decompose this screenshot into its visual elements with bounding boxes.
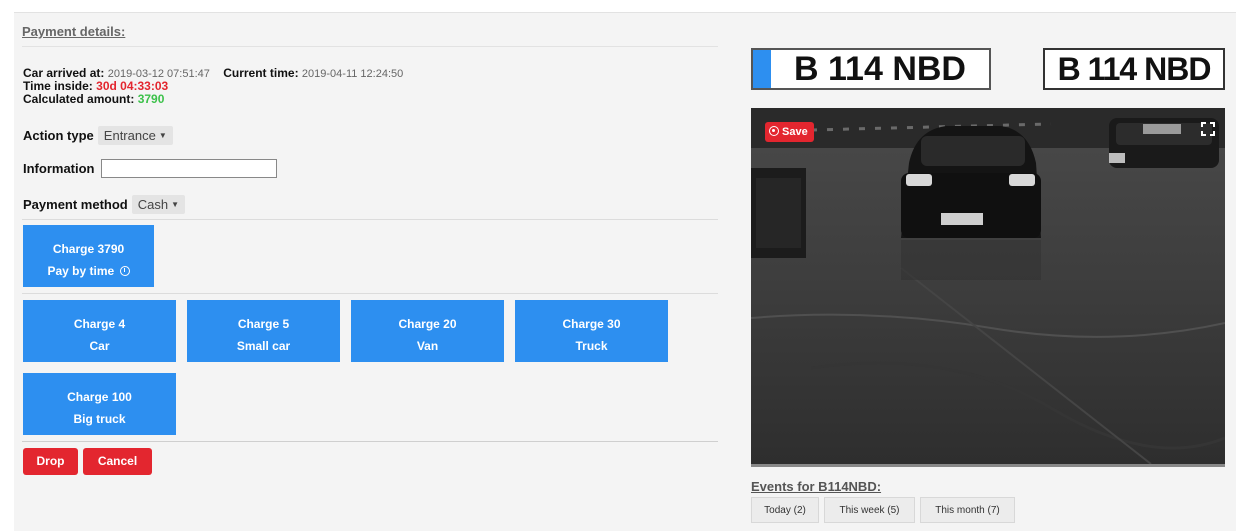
calculated-amount-label: Calculated amount: (23, 92, 135, 106)
charge-car-line2: Car (89, 339, 110, 353)
information-row: Information (23, 159, 277, 178)
title-divider (22, 46, 718, 47)
charge-big-truck-line2: Big truck (73, 412, 126, 426)
payment-method-label: Payment method (23, 197, 128, 212)
payment-method-select[interactable]: Cash ▼ (131, 195, 186, 214)
events-today-button[interactable]: Today (2) (751, 497, 819, 523)
information-input[interactable] (100, 159, 277, 178)
time-inside-label: Time inside: (23, 79, 93, 93)
charge-small-car-button[interactable]: Charge 5 Small car (187, 300, 340, 362)
calculated-amount-value: 3790 (137, 92, 165, 106)
recognized-plate-text: B 114 NBD (794, 50, 966, 88)
save-label: Save (782, 126, 808, 138)
clock-icon (119, 266, 130, 276)
current-time-label: Current time: (223, 66, 299, 80)
car-arrived-label: Car arrived at: (23, 66, 105, 80)
charge-car-line1: Charge 4 (73, 317, 126, 331)
action-type-value: Entrance (103, 128, 156, 143)
drop-button[interactable]: Drop (23, 448, 78, 475)
payment-method-value: Cash (137, 197, 169, 212)
charge-truck-button[interactable]: Charge 30 Truck (515, 300, 668, 362)
divider (22, 293, 718, 294)
payment-details-title[interactable]: Payment details: (22, 24, 125, 39)
caret-down-icon: ▼ (158, 131, 167, 140)
fullscreen-icon[interactable] (1201, 122, 1215, 136)
charge-big-truck-line1: Charge 100 (67, 390, 132, 404)
pay-by-time-line2: Pay by time (47, 264, 115, 278)
time-inside-value: 30d 04:33:03 (96, 79, 169, 93)
events-this-week-button[interactable]: This week (5) (824, 497, 915, 523)
amount-row: Calculated amount: 3790 (23, 93, 164, 106)
pay-by-time-line1: Charge 3790 (52, 242, 125, 256)
recognized-plate: B 114 NBD (751, 48, 991, 90)
charge-van-line2: Van (416, 339, 439, 353)
events-title[interactable]: Events for B114NBD: (751, 479, 881, 494)
charge-big-truck-button[interactable]: Charge 100 Big truck (23, 373, 176, 435)
caret-down-icon: ▼ (171, 200, 180, 209)
charge-truck-line1: Charge 30 (562, 317, 621, 331)
eu-band (753, 50, 771, 88)
events-this-month-button[interactable]: This month (7) (920, 497, 1015, 523)
information-label: Information (23, 161, 95, 176)
charge-small-car-line2: Small car (236, 339, 291, 353)
action-type-label: Action type (23, 128, 94, 143)
plate-image: B 114 NBD (1043, 48, 1225, 90)
divider (22, 441, 718, 442)
payment-method-row: Payment method Cash ▼ (23, 195, 186, 214)
charge-small-car-line1: Charge 5 (237, 317, 290, 331)
camera-scene (751, 108, 1225, 464)
charge-car-button[interactable]: Charge 4 Car (23, 300, 176, 362)
action-type-select[interactable]: Entrance ▼ (97, 126, 173, 145)
charge-van-line1: Charge 20 (398, 317, 457, 331)
pay-by-time-button[interactable]: Charge 3790 Pay by time (23, 225, 154, 287)
cancel-button[interactable]: Cancel (83, 448, 152, 475)
record-icon (769, 126, 779, 136)
camera-snapshot: Save (751, 108, 1225, 467)
current-time-value: 2019-04-11 12:24:50 (301, 68, 404, 80)
save-snapshot-button[interactable]: Save (765, 122, 814, 142)
charge-truck-line2: Truck (575, 339, 608, 353)
action-type-row: Action type Entrance ▼ (23, 126, 173, 145)
divider (22, 219, 718, 220)
charge-van-button[interactable]: Charge 20 Van (351, 300, 504, 362)
